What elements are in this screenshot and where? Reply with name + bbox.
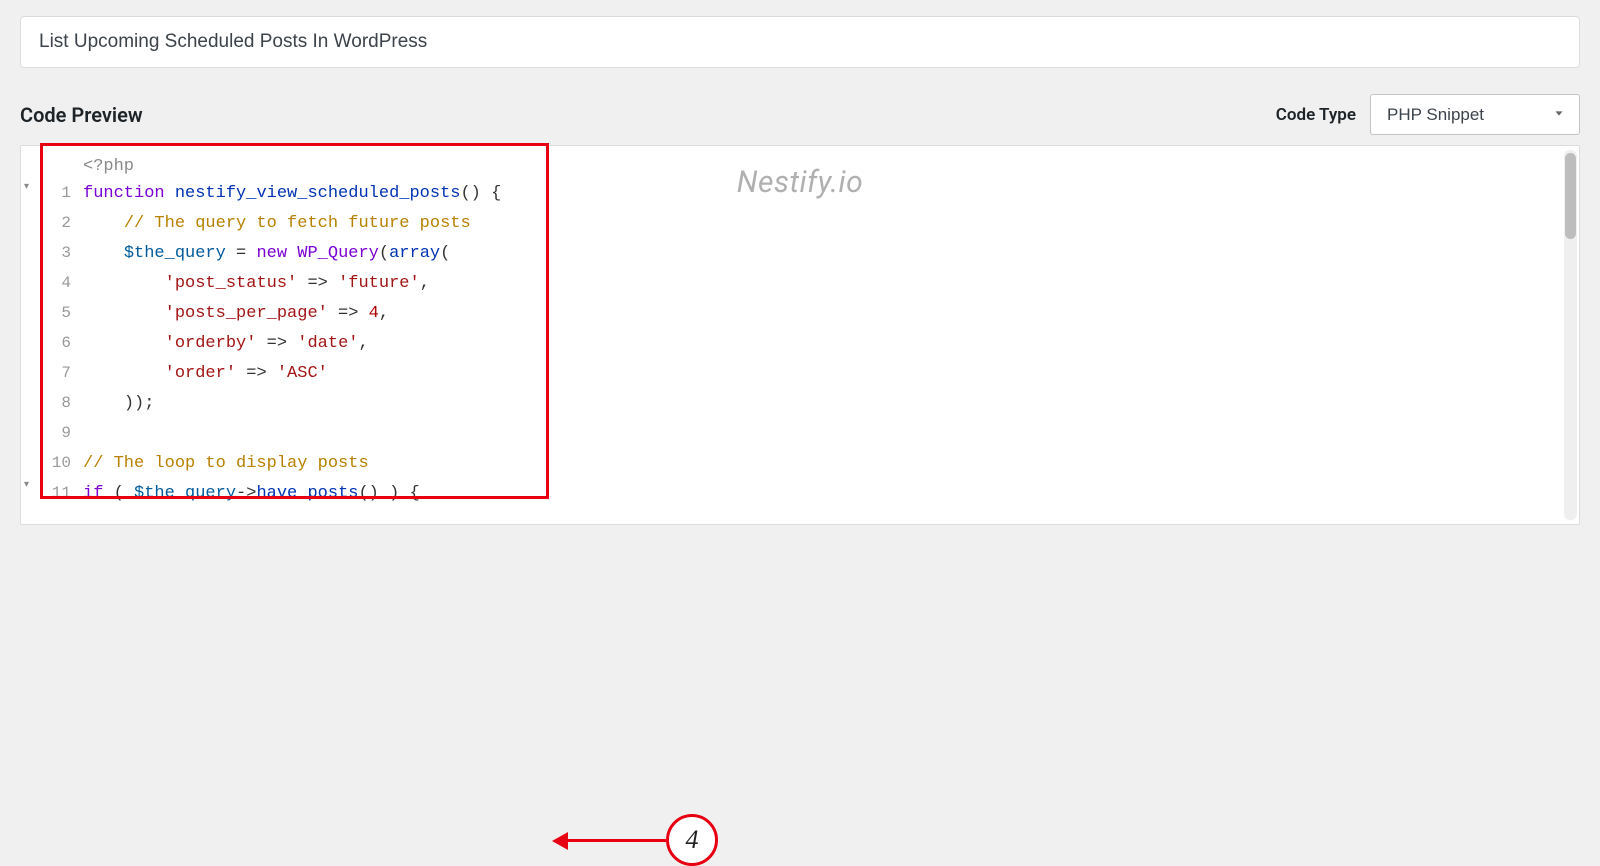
code-token <box>83 389 124 419</box>
code-editor[interactable]: ▾ ▾ <?php 1 function nestify_view_schedule… <box>20 145 1580 525</box>
code-type-label: Code Type <box>1276 105 1356 125</box>
code-token: $the_query <box>134 479 236 509</box>
code-line: 9 <box>43 418 501 448</box>
code-area[interactable]: <?php 1 function nestify_view_scheduled_po… <box>43 156 501 508</box>
code-token <box>165 179 175 209</box>
code-token: // The query to fetch future posts <box>124 209 471 239</box>
code-token: WP_Query <box>297 239 379 269</box>
code-token: 'order' <box>165 359 236 389</box>
code-token <box>83 269 165 299</box>
line-number: 9 <box>43 418 71 448</box>
code-token: , <box>420 269 430 299</box>
line-number: 7 <box>43 358 71 388</box>
code-token: 'future' <box>338 269 420 299</box>
code-line: 7 'order' => 'ASC' <box>43 358 501 388</box>
code-token: function <box>83 179 165 209</box>
code-token: () ) { <box>358 479 419 509</box>
code-token: 'posts_per_page' <box>165 299 328 329</box>
arrow-line <box>566 839 666 842</box>
arrow-head-icon <box>552 832 568 850</box>
code-token: => <box>297 269 338 299</box>
code-token: () { <box>460 179 501 209</box>
php-open-tag: <?php <box>83 156 134 178</box>
code-token: new <box>256 239 287 269</box>
code-line: 8 )); <box>43 388 501 418</box>
code-token: if <box>83 479 103 509</box>
line-number: 8 <box>43 388 71 418</box>
line-number: 11 <box>43 478 71 508</box>
line-number: 3 <box>43 238 71 268</box>
code-token: ( <box>379 239 389 269</box>
title-input[interactable] <box>20 16 1580 68</box>
code-token <box>287 239 297 269</box>
annotation-number-circle: 4 <box>666 814 718 866</box>
vertical-scrollbar[interactable] <box>1564 150 1577 520</box>
code-token <box>83 329 165 359</box>
code-line: 4 'post_status' => 'future', <box>43 268 501 298</box>
code-line: 3 $the_query = new WP_Query(array( <box>43 238 501 268</box>
code-line: 2 // The query to fetch future posts <box>43 208 501 238</box>
line-number: 5 <box>43 298 71 328</box>
code-line: 10 // The loop to display posts <box>43 448 501 478</box>
code-token: 'post_status' <box>165 269 298 299</box>
code-token: 'date' <box>297 329 358 359</box>
code-line: 1 function nestify_view_scheduled_posts()… <box>43 178 501 208</box>
code-token: ( <box>103 479 134 509</box>
code-token: 'orderby' <box>165 329 257 359</box>
code-token: => <box>236 359 277 389</box>
code-token: have_posts <box>256 479 358 509</box>
code-token: 4 <box>369 299 379 329</box>
code-type-select[interactable]: PHP Snippet <box>1370 94 1580 135</box>
code-token: , <box>358 329 368 359</box>
code-token: ( <box>440 239 450 269</box>
code-line: 11 if ( $the_query->have_posts() ) { <box>43 478 501 508</box>
code-token: => <box>256 329 297 359</box>
code-token: array <box>389 239 440 269</box>
line-number: 2 <box>43 208 71 238</box>
annotation-number: 4 <box>686 825 699 855</box>
fold-marker-icon[interactable]: ▾ <box>24 182 29 192</box>
code-line: 5 'posts_per_page' => 4, <box>43 298 501 328</box>
code-token: )); <box>124 389 155 419</box>
code-token: nestify_view_scheduled_posts <box>175 179 461 209</box>
code-open-tag: <?php <box>43 156 501 178</box>
code-token <box>83 239 124 269</box>
code-token: // The loop to display posts <box>83 449 369 479</box>
fold-gutter: ▾ ▾ <box>24 146 34 524</box>
code-token: $the_query <box>124 239 226 269</box>
line-number: 6 <box>43 328 71 358</box>
code-token: , <box>379 299 389 329</box>
code-token <box>83 299 165 329</box>
line-number: 10 <box>43 448 71 478</box>
scrollbar-thumb[interactable] <box>1565 153 1576 239</box>
code-line: 6 'orderby' => 'date', <box>43 328 501 358</box>
line-number: 4 <box>43 268 71 298</box>
code-token: = <box>226 239 257 269</box>
line-number: 1 <box>43 178 71 208</box>
code-token: 'ASC' <box>277 359 328 389</box>
fold-marker-icon[interactable]: ▾ <box>24 480 29 490</box>
code-preview-heading: Code Preview <box>20 103 143 127</box>
code-token <box>83 359 165 389</box>
code-token: => <box>328 299 369 329</box>
code-token <box>83 209 124 239</box>
code-token: -> <box>236 479 256 509</box>
